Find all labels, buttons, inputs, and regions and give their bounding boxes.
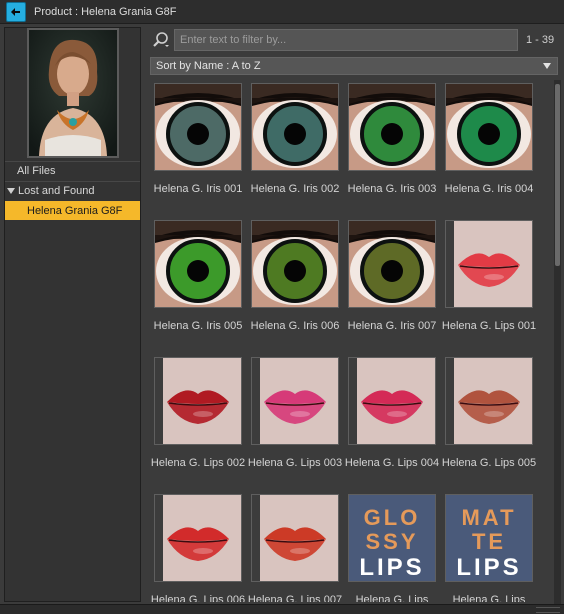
asset-label: Helena G. Lips 003 (247, 457, 343, 469)
card-lettering: LIPS (456, 554, 521, 581)
asset-tile[interactable]: GLO SSY LIPS Helena G. Lips (344, 490, 440, 602)
card-lettering: TE (472, 529, 506, 554)
asset-tile[interactable]: Helena G. Iris 001 (150, 79, 246, 216)
asset-label: Helena G. Lips 001 (441, 320, 537, 332)
asset-label: Helena G. Lips 007 (247, 594, 343, 602)
resize-grip-icon[interactable] (536, 607, 560, 613)
filter-bar: 1 - 39 (148, 27, 560, 52)
asset-tile[interactable]: Helena G. Iris 003 (344, 79, 440, 216)
asset-tile[interactable]: Helena G. Lips 002 (150, 353, 246, 490)
asset-tile[interactable]: Helena G. Iris 007 (344, 216, 440, 353)
asset-label: Helena G. Iris 004 (444, 183, 534, 195)
asset-label: Helena G. Lips 006 (150, 594, 246, 602)
asset-thumbnail (154, 494, 242, 582)
tree-item-lost-and-found[interactable]: Lost and Found (5, 181, 140, 200)
asset-tile[interactable]: Helena G. Lips 001 (441, 216, 537, 353)
asset-thumbnail (348, 357, 436, 445)
asset-thumbnail (445, 357, 533, 445)
expand-triangle-icon[interactable] (7, 188, 15, 194)
asset-label: Helena G. Lips 005 (441, 457, 537, 469)
asset-label: Helena G. Iris 006 (250, 320, 340, 332)
asset-thumbnail (251, 220, 339, 308)
back-button[interactable] (6, 1, 26, 22)
asset-thumbnail (348, 83, 436, 171)
character-portrait-image (29, 30, 117, 156)
back-arrow-icon (11, 7, 20, 16)
asset-tile[interactable]: Helena G. Iris 005 (150, 216, 246, 353)
asset-thumbnail (154, 220, 242, 308)
asset-thumbnail: GLO SSY LIPS (348, 494, 436, 582)
asset-label: Helena G. Lips 004 (344, 457, 440, 469)
tree-item-label: All Files (17, 165, 56, 177)
card-lettering: SSY (365, 529, 418, 554)
tree-item-selected-product[interactable]: Helena Grania G8F (5, 201, 140, 220)
asset-tile[interactable]: Helena G. Iris 002 (247, 79, 343, 216)
asset-label: Helena G. Iris 005 (153, 320, 243, 332)
card-lettering: GLO (364, 505, 421, 530)
asset-tile[interactable]: Helena G. Iris 006 (247, 216, 343, 353)
magnifier-icon[interactable] (148, 29, 174, 51)
asset-tile[interactable]: Helena G. Lips 004 (344, 353, 440, 490)
content-panel: 1 - 39 Sort by Name : A to Z Helena G. I… (148, 27, 560, 604)
asset-thumbnail (348, 220, 436, 308)
product-thumbnail (27, 28, 119, 158)
asset-thumbnail (154, 83, 242, 171)
asset-tile[interactable]: Helena G. Lips 005 (441, 353, 537, 490)
product-title: Product : Helena Grania G8F (34, 5, 177, 18)
asset-label: Helena G. Iris 007 (347, 320, 437, 332)
status-bar (0, 604, 564, 614)
asset-thumbnail (251, 83, 339, 171)
asset-tile[interactable]: Helena G. Iris 004 (441, 79, 537, 216)
asset-tile[interactable]: Helena G. Lips 003 (247, 353, 343, 490)
tree-item-label: Helena Grania G8F (27, 204, 123, 217)
scrollbar-thumb[interactable] (555, 84, 560, 266)
asset-thumbnail (445, 220, 533, 308)
asset-tile[interactable]: Helena G. Lips 006 (150, 490, 246, 602)
asset-label: Helena G. Lips (355, 594, 429, 602)
asset-label: Helena G. Iris 003 (347, 183, 437, 195)
filter-input[interactable] (174, 28, 518, 51)
sort-label: Sort by Name : A to Z (156, 60, 261, 72)
asset-label: Helena G. Iris 002 (250, 183, 340, 195)
asset-tile[interactable]: MAT TE LIPS Helena G. Lips (441, 490, 537, 602)
asset-label: Helena G. Iris 001 (153, 183, 243, 195)
asset-tile[interactable]: Helena G. Lips 007 (247, 490, 343, 602)
title-bar: Product : Helena Grania G8F (0, 0, 564, 24)
vertical-scrollbar[interactable] (554, 80, 561, 604)
asset-thumbnail (251, 357, 339, 445)
tree-item-all-files[interactable]: All Files (5, 161, 140, 180)
asset-grid: Helena G. Iris 001 Helena G. Iris 002 Hele… (148, 79, 550, 602)
asset-thumbnail: MAT TE LIPS (445, 494, 533, 582)
asset-label: Helena G. Lips 002 (150, 457, 246, 469)
dropdown-arrow-icon (543, 63, 551, 69)
card-lettering: MAT (461, 505, 516, 530)
tree-item-label: Lost and Found (18, 185, 95, 197)
card-lettering: LIPS (359, 554, 424, 581)
asset-thumbnail (251, 494, 339, 582)
asset-label: Helena G. Lips (452, 594, 526, 602)
sort-dropdown[interactable]: Sort by Name : A to Z (150, 57, 558, 75)
result-count: 1 - 39 (526, 33, 555, 46)
asset-thumbnail (154, 357, 242, 445)
category-panel: All Files Lost and Found Helena Grania G… (4, 27, 141, 602)
asset-thumbnail (445, 83, 533, 171)
